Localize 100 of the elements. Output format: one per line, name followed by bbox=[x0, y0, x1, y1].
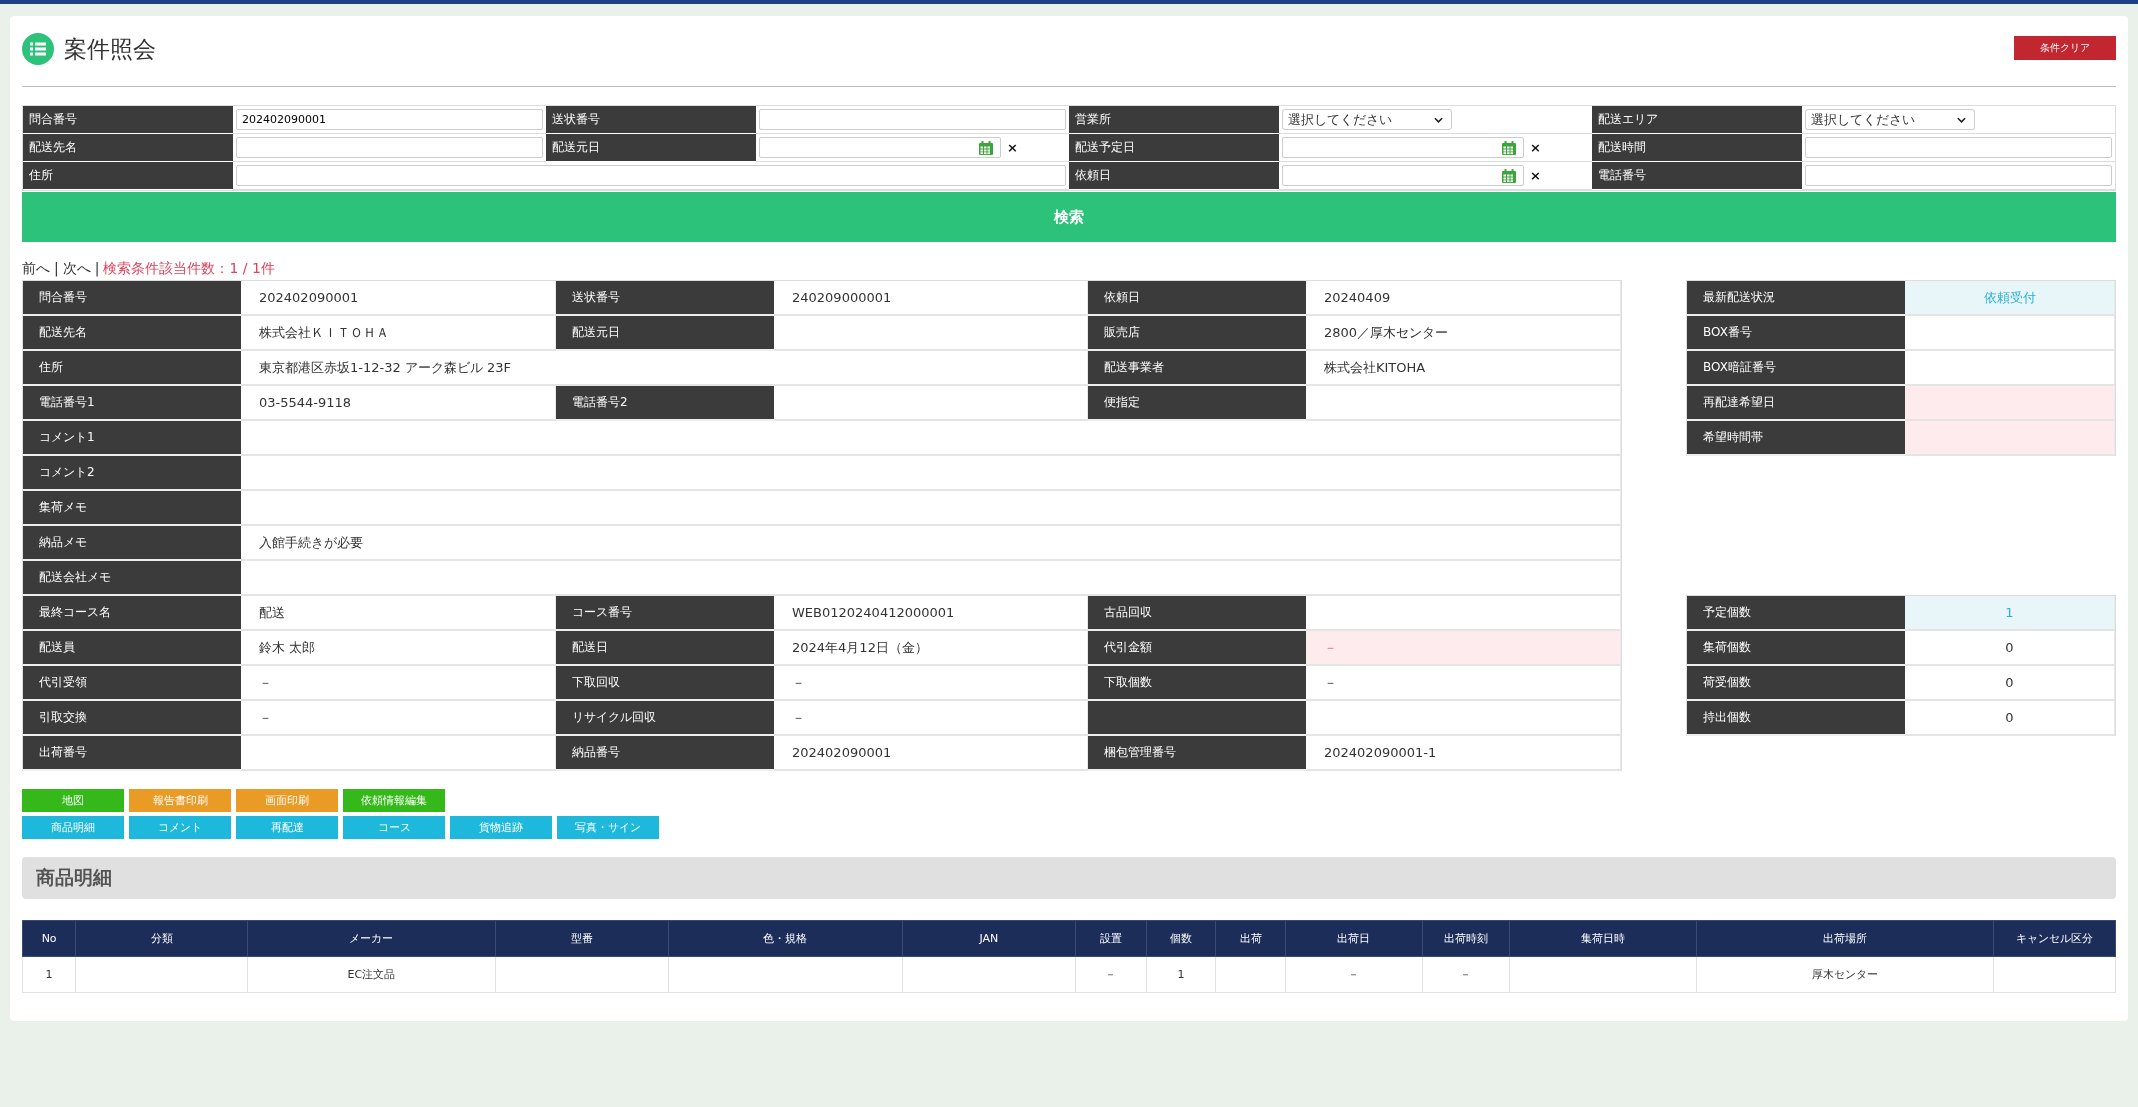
field-value: 株式会社KITOHA bbox=[1306, 351, 1621, 386]
column-header: 設置 bbox=[1075, 920, 1147, 957]
table-cell: － bbox=[1285, 956, 1423, 993]
field-label: BOX暗証番号 bbox=[1687, 351, 1905, 386]
field-label: 電話番号 bbox=[1592, 162, 1802, 190]
input-field[interactable] bbox=[236, 137, 543, 158]
field-value: 20240409 bbox=[1306, 281, 1621, 316]
field-label: 荷受個数 bbox=[1687, 666, 1905, 701]
page-title: 案件照会 bbox=[64, 34, 156, 64]
calendar-icon[interactable] bbox=[1501, 139, 1517, 156]
action-button[interactable]: 依頼情報編集 bbox=[343, 789, 445, 812]
action-button[interactable]: コース bbox=[343, 816, 445, 839]
table-cell: 1 bbox=[22, 956, 76, 993]
field-label: 依頼日 bbox=[1069, 162, 1279, 190]
date-field[interactable] bbox=[759, 137, 1001, 158]
field-label: リサイクル回収 bbox=[556, 701, 774, 736]
input-field[interactable] bbox=[236, 165, 1066, 186]
clear-date-button[interactable]: × bbox=[1530, 168, 1541, 183]
input-field[interactable] bbox=[1805, 165, 2112, 186]
column-header: 集荷日時 bbox=[1509, 920, 1697, 957]
field-label: 下取個数 bbox=[1088, 666, 1306, 701]
clear-button[interactable]: 条件クリア bbox=[2014, 36, 2116, 60]
field-label: 配送員 bbox=[23, 631, 241, 666]
column-header: JAN bbox=[902, 920, 1076, 957]
input-field[interactable] bbox=[759, 109, 1066, 130]
field-label: 住所 bbox=[23, 351, 241, 386]
field-value: 株式会社ＫＩＴＯＨＡ bbox=[241, 316, 556, 351]
field-value: 0 bbox=[1905, 701, 2115, 736]
field-label: 最終コース名 bbox=[23, 596, 241, 631]
field-label: 依頼日 bbox=[1088, 281, 1306, 316]
column-header: 個数 bbox=[1146, 920, 1216, 957]
field-label: 配送時間 bbox=[1592, 134, 1802, 162]
field-label: コメント2 bbox=[23, 456, 241, 491]
field-value: 1 bbox=[1905, 596, 2115, 631]
field-label: 配送元日 bbox=[556, 316, 774, 351]
list-icon bbox=[22, 33, 54, 65]
field-label: 営業所 bbox=[1069, 106, 1279, 134]
date-field[interactable] bbox=[1282, 165, 1524, 186]
field-label: 集荷メモ bbox=[23, 491, 241, 526]
field-label: 配送事業者 bbox=[1088, 351, 1306, 386]
field-value: 入館手続きが必要 bbox=[241, 526, 1621, 561]
action-button[interactable]: 貨物追跡 bbox=[450, 816, 552, 839]
chevron-icon bbox=[1434, 116, 1443, 123]
select-field[interactable]: 選択してください bbox=[1805, 109, 1975, 130]
clear-date-button[interactable]: × bbox=[1530, 140, 1541, 155]
field-label: 配送予定日 bbox=[1069, 134, 1279, 162]
input-field[interactable]: 202402090001 bbox=[236, 109, 543, 130]
field-value: 依頼受付 bbox=[1905, 281, 2115, 316]
field-label: 販売店 bbox=[1088, 316, 1306, 351]
separator: | bbox=[54, 260, 59, 279]
field-label: 代引金額 bbox=[1088, 631, 1306, 666]
field-label: 集荷個数 bbox=[1687, 631, 1905, 666]
table-cell: － bbox=[1422, 956, 1510, 993]
nav-link[interactable]: 次へ bbox=[62, 260, 91, 280]
field-label: 電話番号2 bbox=[556, 386, 774, 421]
nav-link[interactable]: 前へ bbox=[22, 260, 50, 280]
search-button[interactable]: 検索 bbox=[22, 192, 2116, 242]
field-label: 最新配送状況 bbox=[1687, 281, 1905, 316]
field-label: 配送元日 bbox=[546, 134, 756, 162]
action-button[interactable]: 画面印刷 bbox=[236, 789, 338, 812]
field-label: 再配達希望日 bbox=[1687, 386, 1905, 421]
field-value: 202402090001 bbox=[774, 736, 1088, 771]
field-value: 0 bbox=[1905, 631, 2115, 666]
column-header: No bbox=[22, 920, 76, 957]
field-value: － bbox=[1306, 666, 1621, 701]
action-button[interactable]: コメント bbox=[129, 816, 231, 839]
field-label: BOX番号 bbox=[1687, 316, 1905, 351]
select-field[interactable]: 選択してください bbox=[1282, 109, 1452, 130]
column-header: キャンセル区分 bbox=[1993, 920, 2116, 957]
column-header: 出荷時刻 bbox=[1422, 920, 1510, 957]
field-value: 0 bbox=[1905, 666, 2115, 701]
calendar-icon[interactable] bbox=[1501, 167, 1517, 184]
action-button[interactable]: 写真・サイン bbox=[557, 816, 659, 839]
section-title: 商品明細 bbox=[36, 865, 112, 890]
field-label: 配送先名 bbox=[23, 316, 241, 351]
field-label: 配送会社メモ bbox=[23, 561, 241, 596]
field-label: 持出個数 bbox=[1687, 701, 1905, 736]
field-label: 予定個数 bbox=[1687, 596, 1905, 631]
calendar-icon[interactable] bbox=[978, 139, 994, 156]
field-value: 2800／厚木センター bbox=[1306, 316, 1621, 351]
field-label: 住所 bbox=[23, 162, 233, 190]
field-label: 問合番号 bbox=[23, 106, 233, 134]
field-label: 梱包管理番号 bbox=[1088, 736, 1306, 771]
date-field[interactable] bbox=[1282, 137, 1524, 158]
field-label: 問合番号 bbox=[23, 281, 241, 316]
action-button[interactable]: 商品明細 bbox=[22, 816, 124, 839]
column-header: 出荷場所 bbox=[1696, 920, 1994, 957]
action-button[interactable]: 地図 bbox=[22, 789, 124, 812]
field-value: 03-5544-9118 bbox=[241, 386, 556, 421]
action-button[interactable]: 再配達 bbox=[236, 816, 338, 839]
field-label: 送状番号 bbox=[546, 106, 756, 134]
field-label: コメント1 bbox=[23, 421, 241, 456]
field-label: 配送日 bbox=[556, 631, 774, 666]
field-label: 送状番号 bbox=[556, 281, 774, 316]
column-header: 分類 bbox=[75, 920, 248, 957]
input-field[interactable] bbox=[1805, 137, 2112, 158]
field-label: 納品番号 bbox=[556, 736, 774, 771]
action-button[interactable]: 報告書印刷 bbox=[129, 789, 231, 812]
field-label: 配送先名 bbox=[23, 134, 233, 162]
clear-date-button[interactable]: × bbox=[1007, 140, 1018, 155]
